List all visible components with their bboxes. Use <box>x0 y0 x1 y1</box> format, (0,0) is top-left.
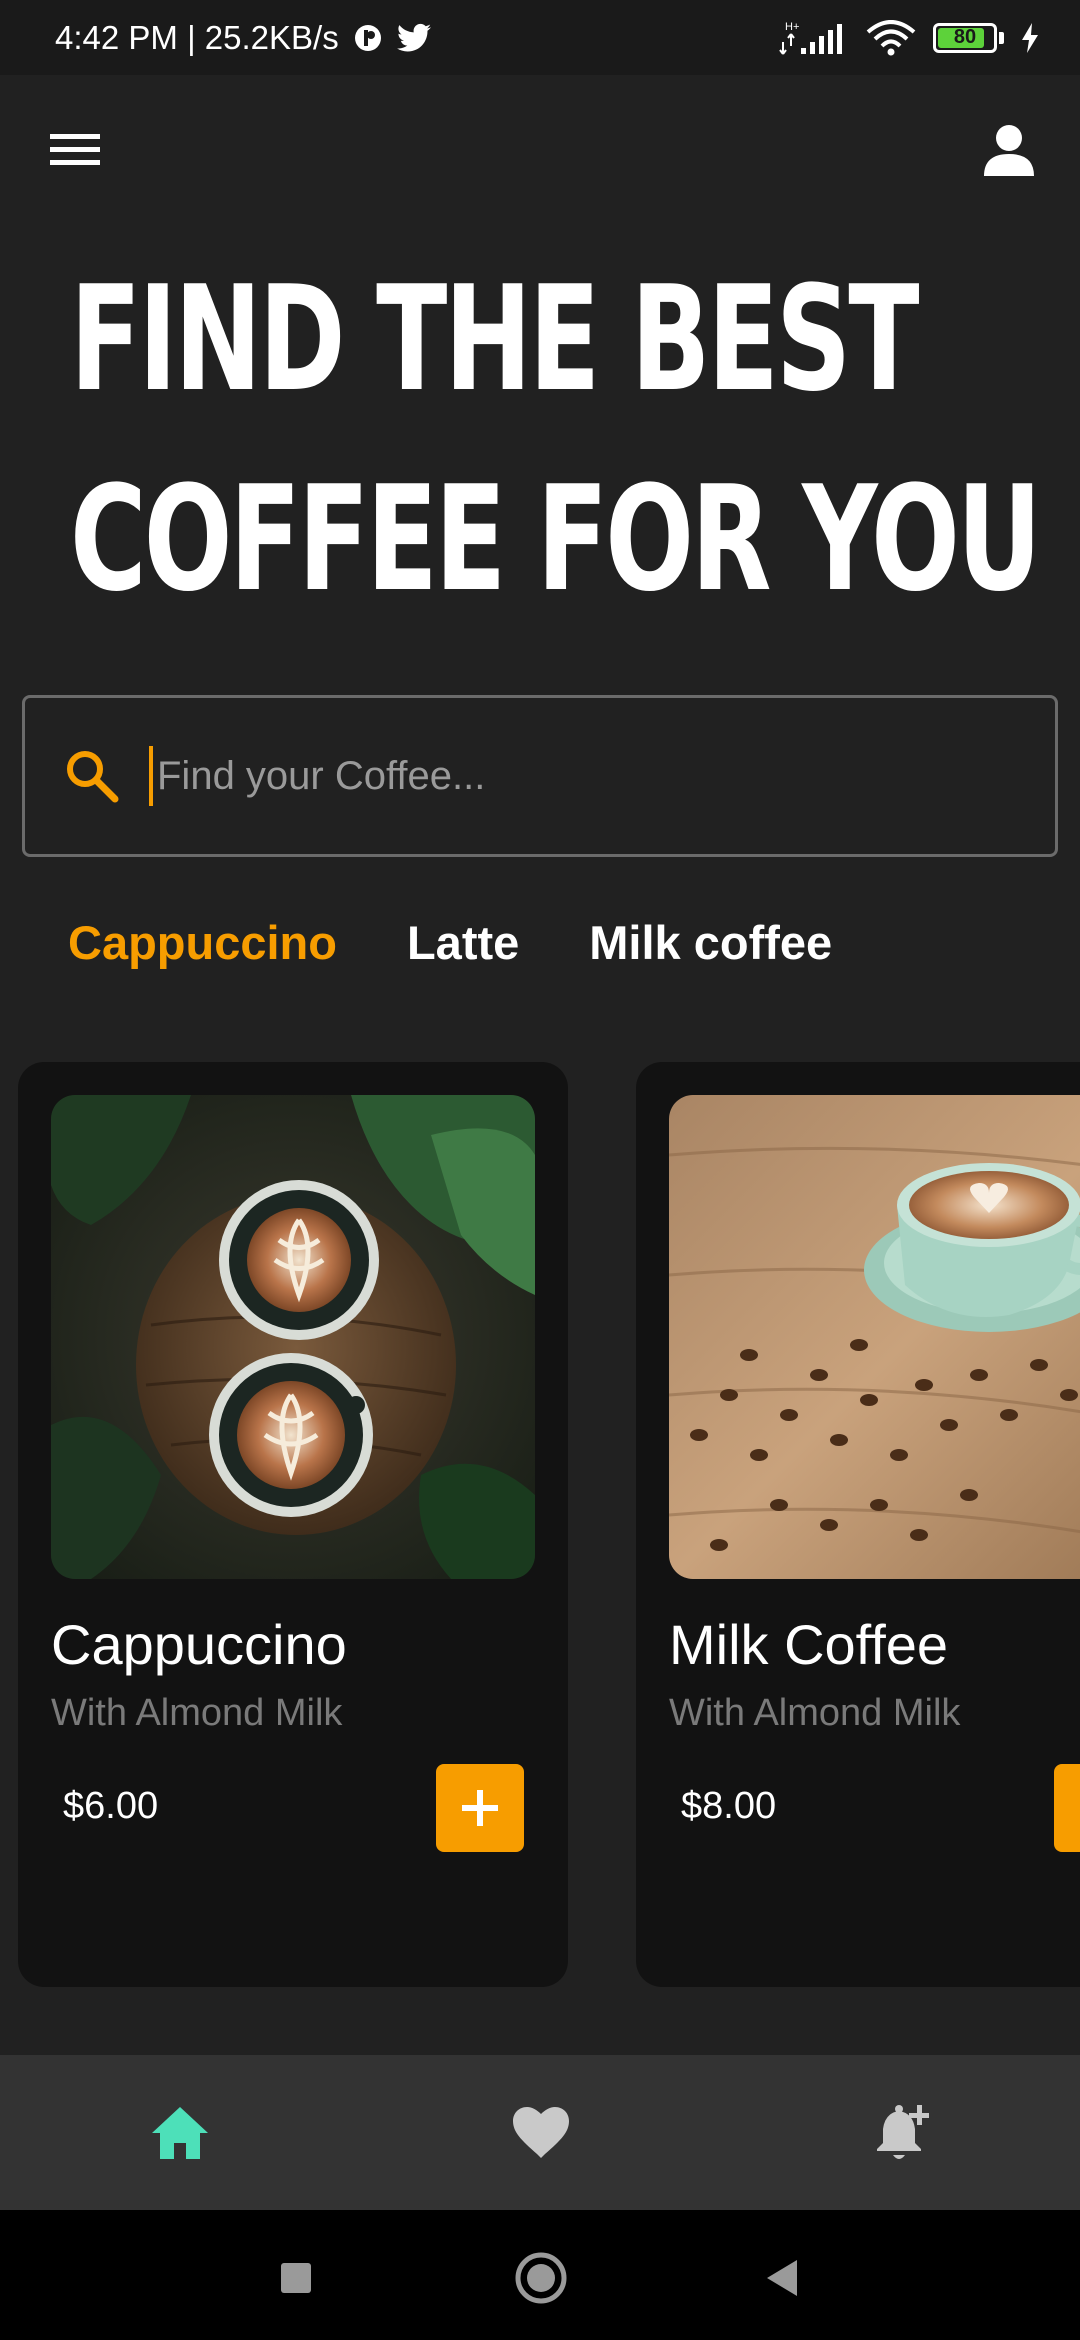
plus-icon <box>462 1790 498 1826</box>
app-bar <box>0 110 1080 190</box>
coffee-card-milk-coffee[interactable]: Milk Coffee With Almond Milk $8.00 <box>636 1062 1080 1987</box>
card-title: Cappuccino <box>51 1613 347 1676</box>
status-bar: 4:42 PM | 25.2KB/s H+ 80 <box>0 0 1080 75</box>
add-to-cart-button[interactable] <box>1054 1764 1080 1852</box>
app-screen: 4:42 PM | 25.2KB/s H+ 80 FIND THE BEST C… <box>0 0 1080 2340</box>
circle-icon <box>515 2252 567 2304</box>
plus-icon <box>1076 1786 1080 1830</box>
search-box[interactable] <box>22 695 1058 857</box>
recent-apps-button[interactable] <box>266 2248 326 2308</box>
bell-add-icon[interactable] <box>865 2095 941 2171</box>
milk-coffee-image <box>669 1095 1080 1579</box>
headline-line-2: COFFEE FOR YOU <box>70 455 1042 624</box>
add-to-cart-button[interactable] <box>436 1764 524 1852</box>
search-icon <box>67 751 119 803</box>
battery-icon: 80 <box>933 22 997 53</box>
home-icon[interactable] <box>142 2095 218 2171</box>
category-tabs: Cappuccino Latte Milk coffee <box>68 915 832 970</box>
battery-level: 80 <box>953 26 977 48</box>
coffee-card-list: Cappuccino With Almond Milk $6.00 Milk C… <box>0 1062 1080 1987</box>
signal-icon: H+ <box>779 20 849 56</box>
coffee-card-cappuccino[interactable]: Cappuccino With Almond Milk $6.00 <box>18 1062 568 1987</box>
back-button[interactable] <box>752 2248 812 2308</box>
status-right: H+ 80 <box>779 19 1040 56</box>
card-title: Milk Coffee <box>669 1613 949 1676</box>
square-icon <box>281 2263 311 2293</box>
home-button[interactable] <box>511 2248 571 2308</box>
headline-line-1: FIND THE BEST <box>70 255 920 424</box>
heart-icon[interactable] <box>503 2095 579 2171</box>
card-subtitle: With Almond Milk <box>51 1692 343 1734</box>
wifi-icon <box>865 19 917 56</box>
tab-cappuccino[interactable]: Cappuccino <box>68 915 337 970</box>
twitter-icon <box>396 23 431 53</box>
charging-bolt-icon <box>1020 22 1040 53</box>
card-price: $8.00 <box>681 1785 777 1827</box>
card-price: $6.00 <box>63 1785 159 1827</box>
bottom-navigation <box>0 2055 1080 2210</box>
back-triangle-icon <box>767 2260 797 2296</box>
card-subtitle: With Almond Milk <box>669 1692 961 1734</box>
network-type-label: H+ <box>785 21 799 33</box>
status-left: 4:42 PM | 25.2KB/s <box>55 19 431 57</box>
user-profile-icon[interactable] <box>978 120 1040 182</box>
tab-latte[interactable]: Latte <box>407 915 519 970</box>
hamburger-menu-icon[interactable] <box>50 130 104 170</box>
tab-milk-coffee[interactable]: Milk coffee <box>589 915 832 970</box>
cappuccino-image <box>51 1095 535 1579</box>
page-headline: FIND THE BEST COFFEE FOR YOU <box>70 240 1042 640</box>
system-navigation-bar <box>0 2210 1080 2340</box>
status-time-speed: 4:42 PM | 25.2KB/s <box>55 18 339 56</box>
app-notification-icon <box>353 23 383 53</box>
search-input[interactable] <box>149 746 1055 806</box>
